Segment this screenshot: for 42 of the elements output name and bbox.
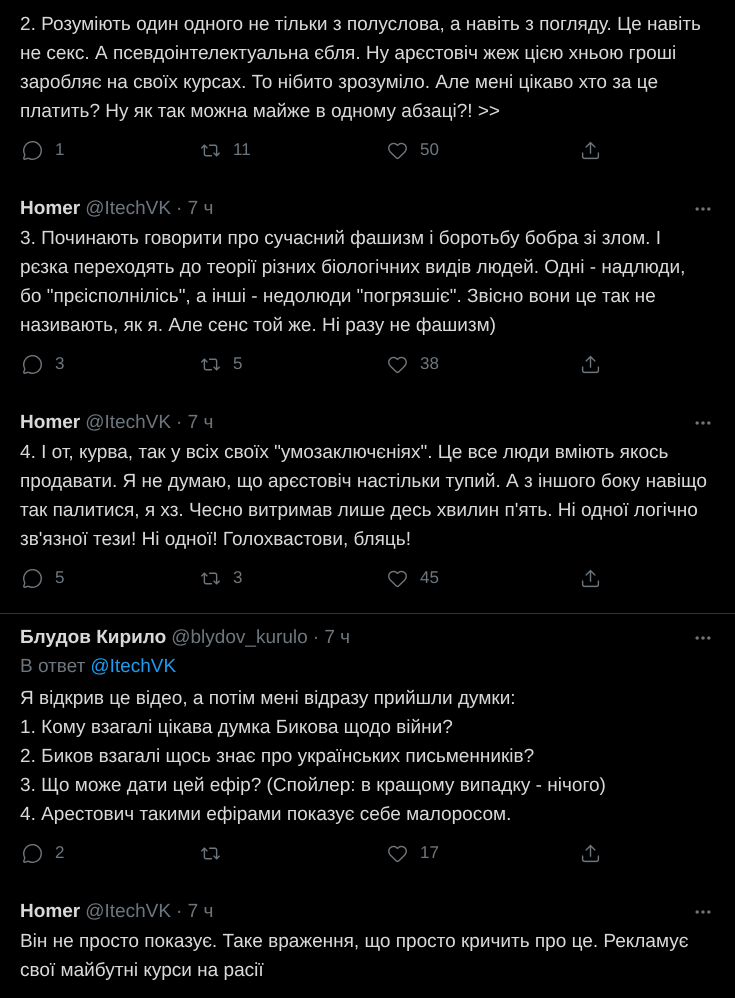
tweet-text: 4. І от, курва, так у всіх своїх "умозаключєніях". Це все люди вміють якось продавати. Я не думаю, що арєстовіч настільки тупий. А з іншого боку навіщо так палитися, я хз. Чесно витримав лише десь хвилин п'ять. Ні одної логічно зв'язної тези! Ні одної! Голохвастови, бляць!: [20, 441, 708, 552]
author-handle[interactable]: @blydov_kurulo: [171, 626, 308, 650]
count-text: 2: [55, 842, 64, 864]
like-icon[interactable]: [387, 140, 408, 160]
count-text: 38: [420, 353, 439, 376]
share-icon[interactable]: [580, 354, 601, 374]
author-handle[interactable]: @ItechVK: [85, 411, 172, 435]
timestamp[interactable]: · 7 ч: [176, 900, 214, 924]
author-name[interactable]: Homer: [20, 197, 80, 221]
author-handle[interactable]: @ItechVK: [85, 900, 172, 924]
timestamp[interactable]: · 7 ч: [176, 411, 214, 435]
count-text: 1: [55, 139, 64, 162]
author-name[interactable]: Блудов Кирило: [20, 626, 166, 650]
reply-icon[interactable]: [22, 354, 43, 374]
count-text: 5: [233, 353, 242, 376]
count-text: 17: [420, 842, 439, 864]
reply-icon[interactable]: [22, 140, 43, 160]
count-text: 3: [55, 353, 64, 376]
share-icon[interactable]: [580, 568, 601, 588]
share-icon[interactable]: [580, 842, 601, 864]
count-text: 11: [233, 139, 251, 162]
author-handle[interactable]: @ItechVK: [85, 197, 172, 221]
reply-icon[interactable]: [22, 568, 43, 588]
like-icon[interactable]: [387, 842, 408, 864]
author-name[interactable]: Homer: [20, 900, 80, 924]
count-text: 50: [420, 139, 439, 162]
reply-icon[interactable]: [22, 842, 43, 864]
tweet-text: 2. Розуміють один одного не тільки з полуслова, а навіть з погляду. Це навіть не секс. А псевдоінтелектуальна єбля. Ну арєстовіч жеж цією хньою гроші заробляє на своїх курсах. То нібито зрозуміло. Але мені цікаво хто за це платить? Ну як так можна майже в одному абзаці?! >>: [20, 13, 702, 124]
reply-label: В ответ: [20, 654, 86, 679]
count-text: 45: [420, 567, 439, 590]
tweet-text: Я відкрив це відео, а потім мені відразу прийшли думки: 1. Кому взагалі цікава думка Бикова щодо війни? 2. Биков взагалі щось знає про українських письменників? 3. Що може дати цей ефір? (Спойлер: в кращому випадку - нічого) 4. Арестович такими ефірами показує себе малоросом.: [20, 687, 607, 827]
share-icon[interactable]: [580, 140, 601, 160]
count-text: 5: [55, 567, 64, 590]
like-icon[interactable]: [387, 354, 408, 374]
tweet-text: 3. Починають говорити про сучасний фашизм і боротьбу бобра зі злом. І рєзка переходять до теорії різних біологічних видів людей. Одні - надлюди, бо "прєісполнілісь", а інші - недолюди "погрязшіє". Звісно вони це так не називають, як я. Але сенс той же. Ні разу не фашизм): [20, 227, 686, 338]
like-icon[interactable]: [387, 568, 408, 588]
count-text: 3: [233, 567, 242, 590]
timestamp[interactable]: · 7 ч: [312, 626, 350, 650]
timestamp[interactable]: · 7 ч: [176, 197, 214, 221]
author-name[interactable]: Homer: [20, 411, 80, 435]
mention-link[interactable]: @ItechVK: [90, 652, 176, 682]
tweet-text: Він не просто показує. Таке враження, що просто кричить про це. Рекламує свої майбутні курси на расії: [20, 930, 690, 983]
